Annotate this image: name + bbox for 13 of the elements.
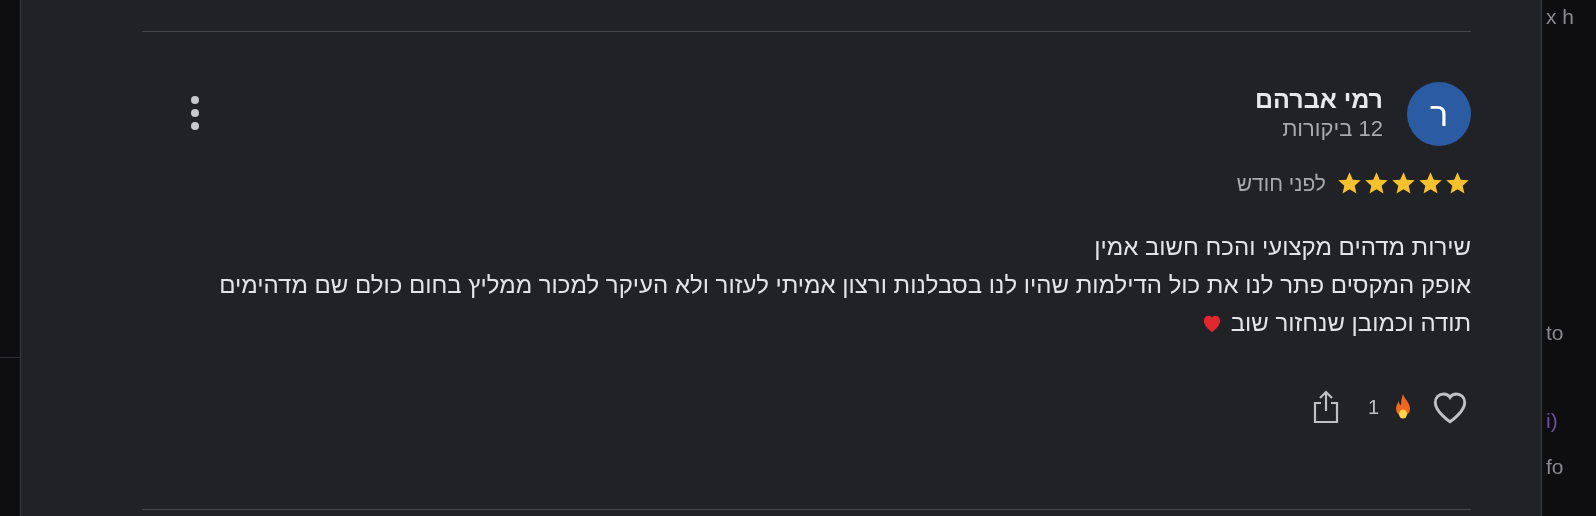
reviewer-name[interactable]: רמי אברהם xyxy=(1255,84,1383,114)
background-text: to xyxy=(1546,320,1565,346)
review-text: שירות מדהים מקצועי והכח חשוב אמין xyxy=(1094,231,1471,262)
background-text: x h xyxy=(1546,4,1575,30)
background-text: i) xyxy=(1546,408,1559,434)
reaction-count: 1 xyxy=(1367,394,1379,420)
review-text: תודה וכמובן שנחזור שוב xyxy=(1230,307,1471,338)
more-options-icon[interactable] xyxy=(189,96,201,130)
review-text: אופק המקסים פתר לנו את כול הדילמות שהיו לנו בסבלנות ורצון אמיתי לעזור ולא העיקר למכור ממליץ בחום כולם שם מדהימים xyxy=(219,269,1471,300)
background-text: fo xyxy=(1546,454,1565,480)
review-date: לפני חודש xyxy=(1236,171,1326,197)
review-count: 12 ביקורות xyxy=(1281,115,1383,143)
avatar: ר xyxy=(1407,82,1471,146)
